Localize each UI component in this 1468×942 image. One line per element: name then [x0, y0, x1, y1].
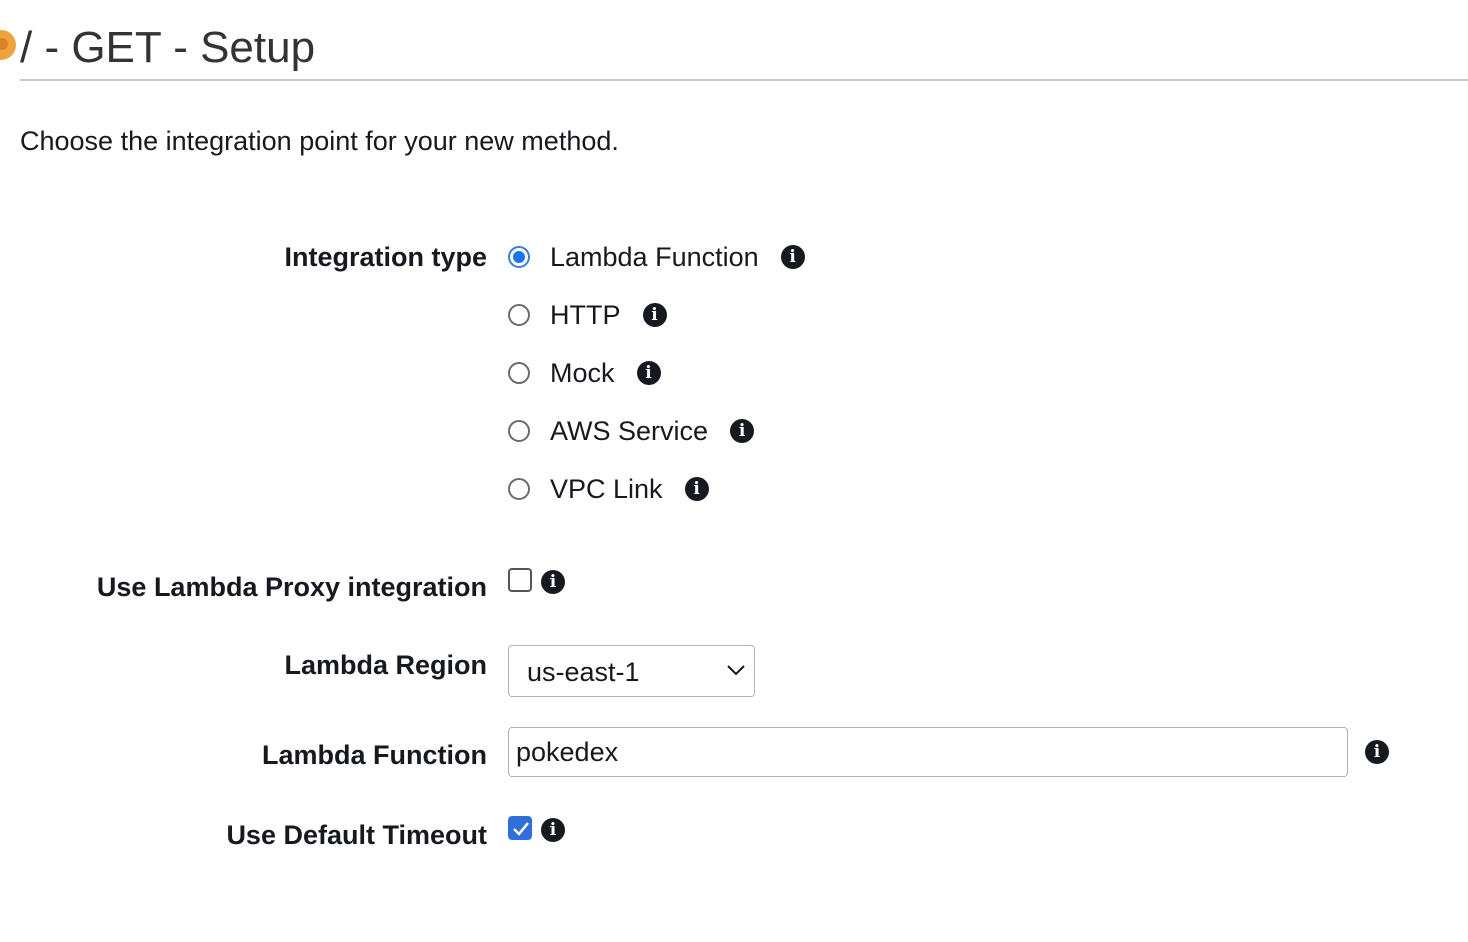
radio-option-aws-service[interactable]: AWS Service i [508, 414, 755, 448]
default-timeout-label: Use Default Timeout [226, 820, 487, 850]
info-icon[interactable]: i [636, 361, 661, 385]
check-icon [513, 822, 529, 836]
lambda-region-value[interactable]: us-east-1 [527, 655, 640, 689]
radio-button-vpc-link[interactable] [508, 478, 530, 500]
info-icon[interactable]: i [730, 419, 755, 443]
radio-label-vpc-link[interactable]: VPC Link [550, 472, 663, 506]
lambda-function-input[interactable] [508, 727, 1348, 777]
lambda-region-select[interactable]: us-east-1 [508, 645, 755, 697]
radio-label-http[interactable]: HTTP [550, 298, 621, 332]
intro-text: Choose the integration point for your ne… [20, 126, 619, 156]
info-icon[interactable]: i [541, 818, 565, 842]
radio-label-mock[interactable]: Mock [550, 356, 615, 390]
radio-option-mock[interactable]: Mock i [508, 356, 661, 390]
method-setup-page: / - GET - Setup Choose the integration p… [0, 0, 1468, 942]
lambda-function-label: Lambda Function [262, 740, 487, 770]
radio-button-aws-service[interactable] [508, 420, 530, 442]
status-dot-icon [0, 30, 16, 60]
radio-option-vpc-link[interactable]: VPC Link i [508, 472, 709, 506]
info-icon[interactable]: i [541, 570, 565, 594]
radio-button-lambda-function[interactable] [508, 246, 530, 268]
radio-button-mock[interactable] [508, 362, 530, 384]
page-title: / - GET - Setup [20, 23, 316, 72]
radio-option-http[interactable]: HTTP i [508, 298, 667, 332]
radio-option-lambda-function[interactable]: Lambda Function i [508, 240, 805, 274]
lambda-proxy-checkbox[interactable] [508, 568, 532, 592]
info-icon[interactable]: i [684, 477, 709, 501]
info-icon[interactable]: i [642, 303, 667, 327]
lambda-region-label: Lambda Region [284, 650, 487, 680]
radio-label-aws-service[interactable]: AWS Service [550, 414, 708, 448]
default-timeout-checkbox[interactable] [508, 816, 532, 840]
radio-button-http[interactable] [508, 304, 530, 326]
title-divider [20, 79, 1468, 81]
chevron-down-icon[interactable] [726, 663, 746, 677]
radio-label-lambda-function[interactable]: Lambda Function [550, 240, 759, 274]
info-icon[interactable]: i [780, 245, 805, 269]
lambda-proxy-label: Use Lambda Proxy integration [96, 572, 487, 602]
integration-type-label: Integration type [284, 242, 487, 272]
info-icon[interactable]: i [1365, 740, 1389, 764]
